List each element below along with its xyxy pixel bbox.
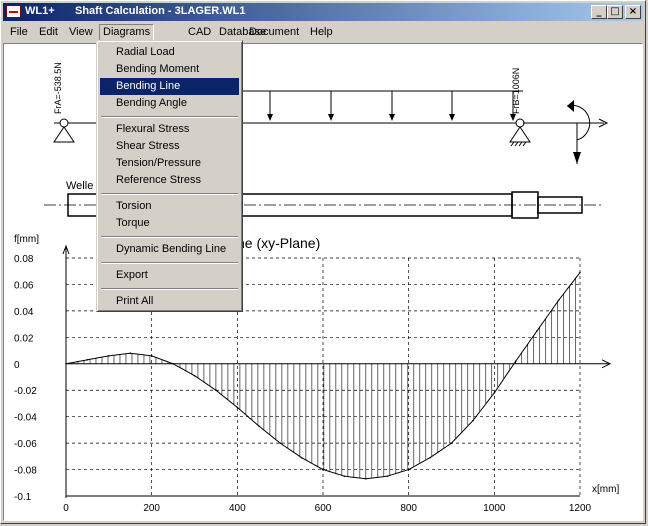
- data-point: [407, 468, 410, 471]
- menu-item-flexural-stress[interactable]: Flexural Stress: [100, 121, 239, 138]
- y-tick-label: 0.08: [14, 254, 34, 265]
- menu-item-bending-moment[interactable]: Bending Moment: [100, 61, 239, 78]
- close-button[interactable]: ×: [625, 5, 641, 19]
- x-tick-label: 1000: [483, 503, 506, 514]
- shaft-label: Welle: [66, 180, 93, 192]
- data-point: [193, 374, 196, 377]
- data-point: [557, 299, 560, 302]
- y-tick-label: -0.04: [14, 413, 37, 424]
- x-tick-label: 800: [400, 503, 417, 514]
- y-tick-label: -0.02: [14, 386, 37, 397]
- y-tick-label: -0.08: [14, 466, 37, 477]
- data-point: [493, 392, 496, 394]
- data-point: [172, 362, 174, 365]
- menu-item-print-all[interactable]: Print All: [100, 293, 239, 310]
- data-point: [279, 442, 281, 444]
- x-axis-label: x[mm]: [592, 484, 619, 495]
- menu-help[interactable]: Help: [307, 25, 336, 40]
- menu-file[interactable]: File: [7, 25, 31, 40]
- data-point: [300, 456, 303, 459]
- diagrams-dropdown-menu: Radial Load Bending Moment Bending Line …: [96, 40, 243, 312]
- y-tick-label: -0.1: [14, 492, 32, 503]
- data-point: [86, 359, 89, 361]
- y-axis-label: f[mm]: [14, 234, 39, 245]
- data-point: [450, 442, 453, 444]
- menu-item-bending-angle[interactable]: Bending Angle: [100, 95, 239, 112]
- x-tick-label: 400: [229, 503, 246, 514]
- y-tick-label: 0.06: [14, 280, 34, 291]
- data-point: [150, 355, 153, 357]
- data-point: [236, 406, 239, 409]
- menu-item-torsion[interactable]: Torsion: [100, 198, 239, 215]
- menu-separator: [101, 288, 238, 290]
- load-arrow-head: [328, 114, 334, 121]
- data-point: [386, 475, 389, 477]
- data-point: [257, 425, 260, 427]
- x-tick-label: 200: [143, 503, 160, 514]
- data-point: [536, 329, 538, 332]
- menu-item-shear-stress[interactable]: Shear Stress: [100, 138, 239, 155]
- window-title: Shaft Calculation - 3LAGER.WL1: [75, 5, 246, 17]
- x-tick-label: 0: [63, 503, 69, 514]
- data-point: [65, 362, 67, 365]
- title-bar[interactable]: WL1+ Shaft Calculation - 3LAGER.WL1 _ □ …: [3, 3, 643, 21]
- data-point: [108, 355, 110, 357]
- menu-separator: [101, 262, 238, 264]
- minimize-button[interactable]: _: [591, 5, 607, 19]
- menu-item-tension-pressure[interactable]: Tension/Pressure: [100, 155, 239, 172]
- menu-item-radial-load[interactable]: Radial Load: [100, 44, 239, 61]
- menu-item-reference-stress[interactable]: Reference Stress: [100, 172, 239, 189]
- menu-separator: [101, 116, 238, 118]
- data-point: [322, 468, 324, 471]
- data-point: [129, 352, 132, 355]
- menu-item-export[interactable]: Export: [100, 267, 239, 284]
- menu-separator: [101, 236, 238, 238]
- menu-view[interactable]: View: [66, 25, 96, 40]
- data-point: [215, 389, 217, 392]
- data-point: [365, 478, 367, 480]
- distributed-load-arrows: [267, 91, 516, 121]
- menu-document[interactable]: Document: [246, 25, 302, 40]
- right-bearing-force-label: FrB=1006N: [511, 68, 521, 114]
- torque-arrow-icon: [566, 100, 591, 164]
- load-arrow-head: [510, 114, 516, 121]
- y-tick-label: 0: [14, 360, 20, 371]
- y-tick-label: -0.06: [14, 439, 37, 450]
- menu-item-bending-line[interactable]: Bending Line: [100, 78, 239, 95]
- app-name: WL1+: [25, 5, 55, 17]
- chart-title: ne (xy-Plane): [237, 235, 320, 251]
- menu-diagrams[interactable]: Diagrams: [99, 24, 155, 41]
- data-point: [472, 419, 474, 422]
- x-tick-label: 1200: [569, 503, 592, 514]
- menu-item-torque[interactable]: Torque: [100, 215, 239, 232]
- menu-edit[interactable]: Edit: [36, 25, 61, 40]
- data-point: [579, 271, 581, 274]
- x-tick-label: 600: [315, 503, 332, 514]
- data-point: [343, 475, 346, 477]
- left-bearing-icon: [53, 118, 75, 143]
- data-point: [514, 360, 517, 362]
- y-tick-label: 0.02: [14, 333, 34, 344]
- data-point: [429, 456, 431, 459]
- app-icon[interactable]: [6, 5, 21, 18]
- menu-item-dynamic-bending-line[interactable]: Dynamic Bending Line: [100, 241, 239, 258]
- menu-separator: [101, 193, 238, 195]
- maximize-button[interactable]: □: [607, 5, 623, 19]
- load-arrow-head: [267, 114, 273, 121]
- left-bearing-force-label: FrA=-538.5N: [53, 62, 63, 114]
- y-tick-label: 0.04: [14, 307, 34, 318]
- load-arrow-head: [449, 114, 455, 121]
- load-arrow-head: [389, 114, 395, 121]
- menu-cad[interactable]: CAD: [185, 25, 214, 40]
